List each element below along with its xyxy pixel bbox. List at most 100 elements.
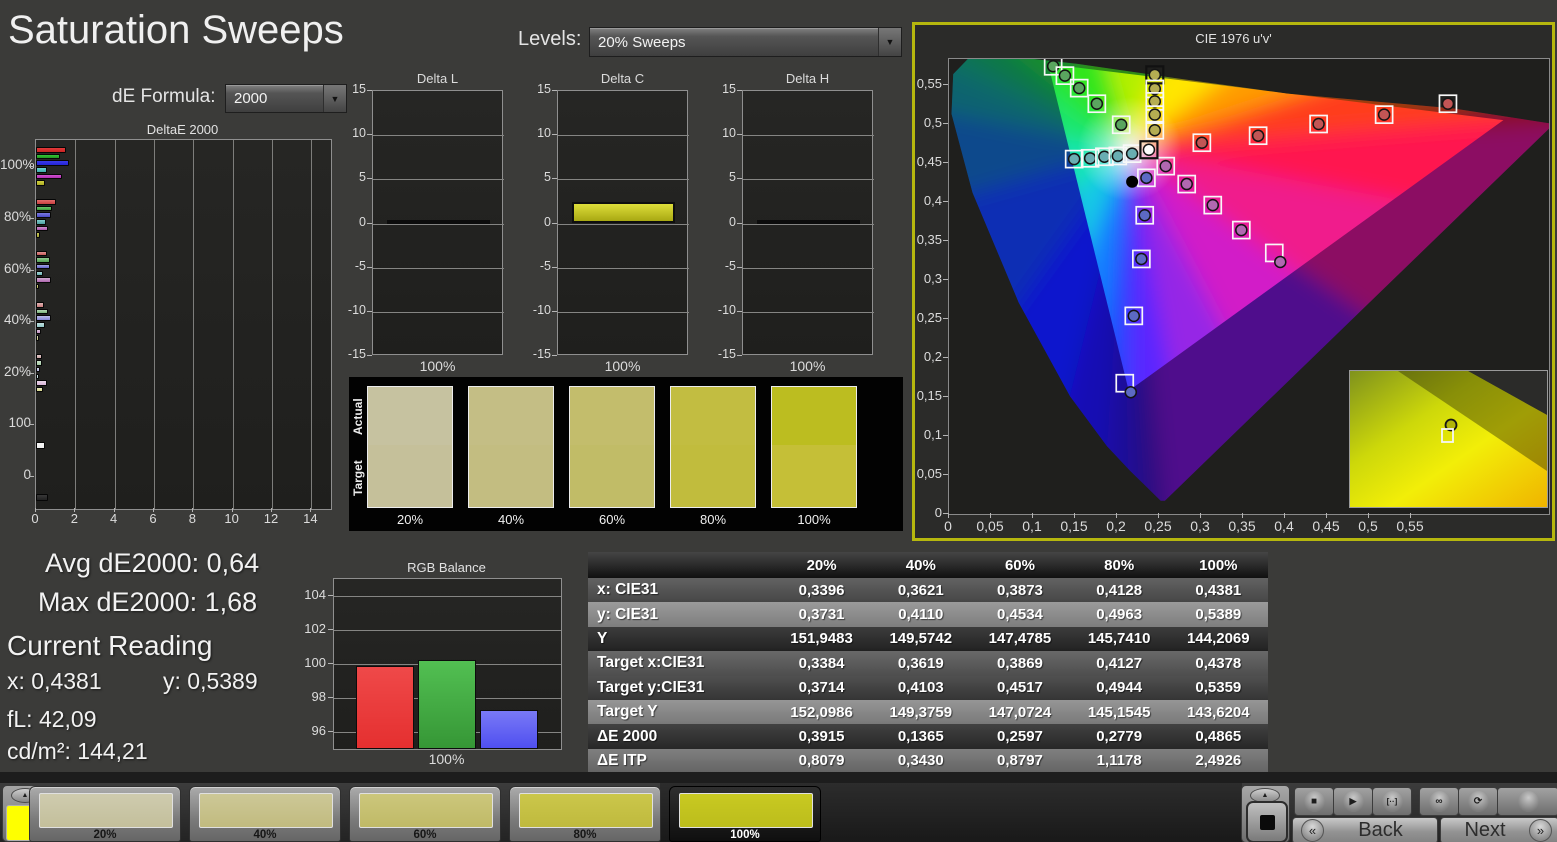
gridline [233,140,234,509]
rgb-y-tick [328,731,333,732]
de-formula-label: dE Formula: [112,86,215,108]
cie-measured-point [1136,253,1147,264]
de-bar-80% [36,219,46,225]
rgb-y-tick [328,629,333,630]
chevron-down-icon[interactable]: ▼ [878,28,901,56]
rgb-balance-title: RGB Balance [333,560,560,575]
cie-measured-point [1141,172,1152,183]
cie-measured-point [1149,69,1160,80]
cie-measured-point [1379,109,1390,120]
measurement-table: 20%40%60%80%100%x: CIE310,33960,36210,38… [588,552,1268,773]
de-bar-40% [36,335,39,341]
table-cell: 0,3869 [970,651,1069,675]
table-cell: 0,3621 [871,578,970,602]
de-bar-60% [36,277,51,283]
patch-actual [671,387,755,445]
cie-measured-point [1059,70,1070,81]
stop-measure-button[interactable] [1246,801,1288,842]
patch-button-40%[interactable]: 40% [189,786,341,842]
table-header-cell [588,552,772,578]
stop-icon: ■ [1304,791,1325,812]
table-row: Target x:CIE310,33840,36190,38690,41270,… [588,651,1268,675]
patch-button-80%[interactable]: 80% [509,786,661,842]
patch-button-label: 60% [350,829,500,841]
cie-y-tick-label: 0,45 [900,154,942,169]
patch-actual [570,387,654,445]
delta-y-tick [367,267,372,268]
de-axis-tick [29,373,34,374]
de-bar-40% [36,302,44,308]
gridline [743,268,874,269]
patch-swatch-60% [569,386,655,508]
indicator-icon [1518,791,1539,812]
stop-button[interactable]: ■ [1294,787,1334,816]
de-group-label: 40% [0,312,31,327]
continuous-button[interactable]: ∞ [1419,787,1459,816]
table-row-label: Target x:CIE31 [588,651,772,675]
table-cell: 0,3731 [772,602,871,626]
rgb-y-tick-label: 104 [288,587,326,602]
de-chart-plot [35,139,332,510]
table-cell: 145,1545 [1070,700,1169,724]
table-header-cell: 100% [1169,552,1268,578]
de-group-label: 100% [0,157,31,172]
table-row: Target y:CIE310,37140,41030,45170,49440,… [588,676,1268,700]
cie-measured-point [1253,130,1264,141]
cie-x-tick-label: 0,35 [1222,518,1262,534]
patch-button-100%[interactable]: 100% [669,786,821,842]
patch-button-label: 80% [510,829,660,841]
cie-measured-point [1112,150,1123,161]
back-button[interactable]: « Back [1292,817,1438,842]
table-cell: 0,4963 [1070,602,1169,626]
patch-actual [772,387,856,445]
indicator-button[interactable] [1497,787,1557,816]
delta-x-label: 100% [372,358,503,374]
levels-dropdown-value: 20% Sweeps [590,34,878,51]
table-cell: 0,4127 [1070,651,1169,675]
de-x-tick-label: 12 [256,511,286,526]
de-bar-20% [36,360,42,366]
table-cell: 0,3714 [772,676,871,700]
levels-dropdown[interactable]: 20% Sweeps ▼ [589,27,902,57]
table-row-label: x: CIE31 [588,578,772,602]
delta-x-label: 100% [742,358,873,374]
play-icon: ▶ [1343,791,1364,812]
de-formula-dropdown[interactable]: 2000 ▼ [225,84,347,113]
range-button[interactable]: [··] [1372,787,1412,816]
refresh-icon: ⟳ [1468,791,1489,812]
cie-y-tick-label: 0,15 [900,388,942,403]
cie-measured-point [1074,83,1085,94]
delta-chart-title: Delta L [352,71,523,86]
patch-button-20%[interactable]: 20% [29,786,181,842]
delta-bar [572,202,675,223]
de-x-tick-label: 6 [138,511,168,526]
cie-y-tick-label: 0,4 [900,193,942,208]
table-cell: 0,2597 [970,724,1069,748]
delta-chart-plot [557,90,688,355]
de-bar-60% [36,251,47,257]
cie-inset-graphic [1350,371,1547,507]
next-button[interactable]: Next » [1440,817,1557,842]
table-cell: 0,3430 [871,749,970,773]
table-cell: 0,3384 [772,651,871,675]
table-cell: 0,4944 [1070,676,1169,700]
delta-bar [387,220,490,224]
cie-y-tick [943,162,948,163]
refresh-button[interactable]: ⟳ [1458,787,1498,816]
play-button[interactable]: ▶ [1333,787,1373,816]
page-title: Saturation Sweeps [8,8,344,53]
de-bar-100% [36,167,47,173]
cie-measured-point [1069,154,1080,165]
gridline [743,179,874,180]
gridline [75,140,76,509]
range-icon: [··] [1382,791,1403,812]
cie-x-tick [1074,513,1075,518]
de-bar-40% [36,322,45,328]
cie-y-tick-label: 0,35 [900,232,942,247]
patch-button-60%[interactable]: 60% [349,786,501,842]
table-cell: 0,5389 [1169,602,1268,626]
gridline [558,135,689,136]
cie-measured-point [1085,153,1096,164]
delta-y-tick-label: -15 [330,347,366,361]
de-bar-80% [36,199,56,205]
